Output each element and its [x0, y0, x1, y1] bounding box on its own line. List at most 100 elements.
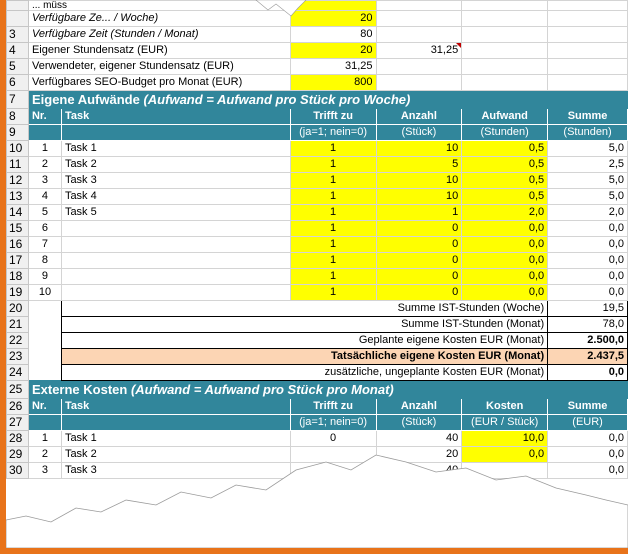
cell-summe[interactable]: 0,0 [547, 462, 628, 479]
cell[interactable] [375, 58, 463, 75]
subheader-anzahl[interactable]: (Stück) [375, 124, 463, 141]
cell-nr[interactable]: 9 [27, 268, 62, 285]
cell-trifft[interactable]: 1 [289, 268, 377, 285]
cell[interactable] [547, 10, 628, 27]
cell-value[interactable]: 31,25 [289, 58, 377, 75]
row-header[interactable]: 10 [6, 140, 29, 157]
header-anzahl[interactable]: Anzahl [375, 108, 463, 125]
cell-task[interactable]: Task 2 [60, 446, 291, 463]
cell[interactable] [28, 349, 61, 365]
cell-aufwand[interactable]: 2,0 [461, 204, 549, 221]
row-header[interactable]: 28 [6, 430, 29, 447]
header-cell[interactable] [27, 124, 62, 141]
cell-anzahl[interactable]: 40 [375, 462, 463, 479]
cell-nr[interactable]: 6 [27, 220, 62, 237]
cell-nr[interactable]: 8 [27, 252, 62, 269]
total-label[interactable]: zusätzliche, ungeplante Kosten EUR (Mona… [60, 364, 549, 381]
cell-aufwand[interactable]: 0,5 [461, 140, 549, 157]
row-header[interactable]: 26 [6, 398, 29, 415]
subheader-kosten[interactable]: (EUR / Stück) [461, 414, 549, 431]
cell-nr[interactable]: 5 [27, 204, 62, 221]
cell-nr[interactable]: 1 [27, 430, 62, 447]
cell[interactable] [461, 58, 549, 75]
cell-trifft[interactable]: 1 [289, 236, 377, 253]
cell-input[interactable] [289, 0, 377, 11]
cell-input[interactable]: 20 [289, 42, 377, 59]
cell-trifft[interactable]: 1 [289, 188, 377, 205]
cell-nr[interactable]: 2 [27, 446, 62, 463]
cell-input[interactable]: 20 [289, 10, 377, 27]
cell[interactable] [461, 74, 549, 91]
cell[interactable] [375, 10, 463, 27]
cell-summe[interactable]: 0,0 [547, 284, 628, 301]
total-value[interactable]: 78,0 [547, 316, 628, 333]
row-header[interactable]: 29 [6, 446, 29, 463]
row-header[interactable]: 4 [6, 42, 29, 59]
cell-anzahl[interactable]: 0 [375, 268, 463, 285]
cell-anzahl[interactable]: 0 [375, 284, 463, 301]
row-header[interactable]: 5 [6, 58, 29, 75]
cell[interactable] [375, 74, 463, 91]
cell-summe[interactable]: 5,0 [547, 188, 628, 205]
header-trifft[interactable]: Trifft zu [289, 108, 377, 125]
cell-summe[interactable]: 5,0 [547, 140, 628, 157]
cell-trifft[interactable]: 1 [289, 284, 377, 301]
row-header[interactable]: 24 [6, 364, 29, 381]
row-header[interactable] [6, 0, 29, 11]
cell-kosten[interactable]: 0,0 [461, 446, 549, 463]
cell-label[interactable]: Verfügbare Ze... / Woche) [27, 10, 291, 27]
row-header[interactable]: 7 [6, 90, 29, 109]
cell-anzahl[interactable]: 10 [375, 140, 463, 157]
cell[interactable] [461, 26, 549, 43]
header-aufwand[interactable]: Aufwand [461, 108, 549, 125]
cell-anzahl[interactable]: 5 [375, 156, 463, 173]
total-label[interactable]: Geplante eigene Kosten EUR (Monat) [60, 332, 549, 349]
cell[interactable] [547, 74, 628, 91]
subheader-trifft[interactable]: (ja=1; nein=0) [289, 124, 377, 141]
cell-task[interactable] [60, 284, 291, 301]
row-header[interactable]: 22 [6, 332, 29, 349]
cell-anzahl[interactable]: 40 [375, 430, 463, 447]
cell-aufwand[interactable]: 0,0 [461, 220, 549, 237]
cell-aufwand[interactable]: 0,0 [461, 252, 549, 269]
cell[interactable] [547, 58, 628, 75]
row-header[interactable]: 16 [6, 236, 29, 253]
cell-task[interactable] [60, 252, 291, 269]
subheader-trifft[interactable]: (ja=1; nein=0) [289, 414, 377, 431]
cell-label[interactable]: Eigener Stundensatz (EUR) [27, 42, 291, 59]
cell[interactable] [461, 0, 549, 11]
row-header[interactable]: 3 [6, 26, 29, 43]
cell-trifft[interactable]: 1 [289, 204, 377, 221]
cell-summe[interactable]: 0,0 [547, 220, 628, 237]
cell[interactable] [375, 0, 463, 11]
cell-aufwand[interactable]: 0,0 [461, 236, 549, 253]
row-header[interactable]: 20 [6, 300, 29, 317]
cell-anzahl[interactable]: 10 [375, 172, 463, 189]
section-title[interactable]: Externe Kosten (Aufwand = Aufwand pro St… [27, 380, 628, 399]
cell-label[interactable]: ... müss [27, 0, 291, 11]
row-header[interactable]: 13 [6, 188, 29, 205]
total-label[interactable]: Summe IST-Stunden (Woche) [60, 300, 549, 317]
cell-nr[interactable]: 1 [27, 140, 62, 157]
cell[interactable] [547, 26, 628, 43]
cell-summe[interactable]: 0,0 [547, 268, 628, 285]
cell-trifft[interactable]: 1 [289, 140, 377, 157]
cell-value[interactable]: 31,25 [375, 42, 463, 59]
cell-summe[interactable]: 0,0 [547, 430, 628, 447]
cell-nr[interactable]: 7 [27, 236, 62, 253]
cell-task[interactable]: Task 2 [60, 156, 291, 173]
cell-task[interactable]: Task 3 [60, 462, 291, 479]
cell-summe[interactable]: 0,0 [547, 236, 628, 253]
cell-nr[interactable]: 2 [27, 156, 62, 173]
cell-anzahl[interactable]: 0 [375, 252, 463, 269]
cell-nr[interactable]: 4 [27, 188, 62, 205]
cell-summe[interactable]: 5,0 [547, 172, 628, 189]
cell-trifft[interactable]: 1 [289, 220, 377, 237]
row-header[interactable]: 17 [6, 252, 29, 269]
header-task[interactable]: Task [60, 398, 291, 415]
cell-trifft[interactable]: 1 [289, 156, 377, 173]
cell-nr[interactable]: 3 [27, 462, 62, 479]
cell-task[interactable] [60, 268, 291, 285]
cell-anzahl[interactable]: 1 [375, 204, 463, 221]
cell-label[interactable]: Verwendeter, eigener Stundensatz (EUR) [27, 58, 291, 75]
